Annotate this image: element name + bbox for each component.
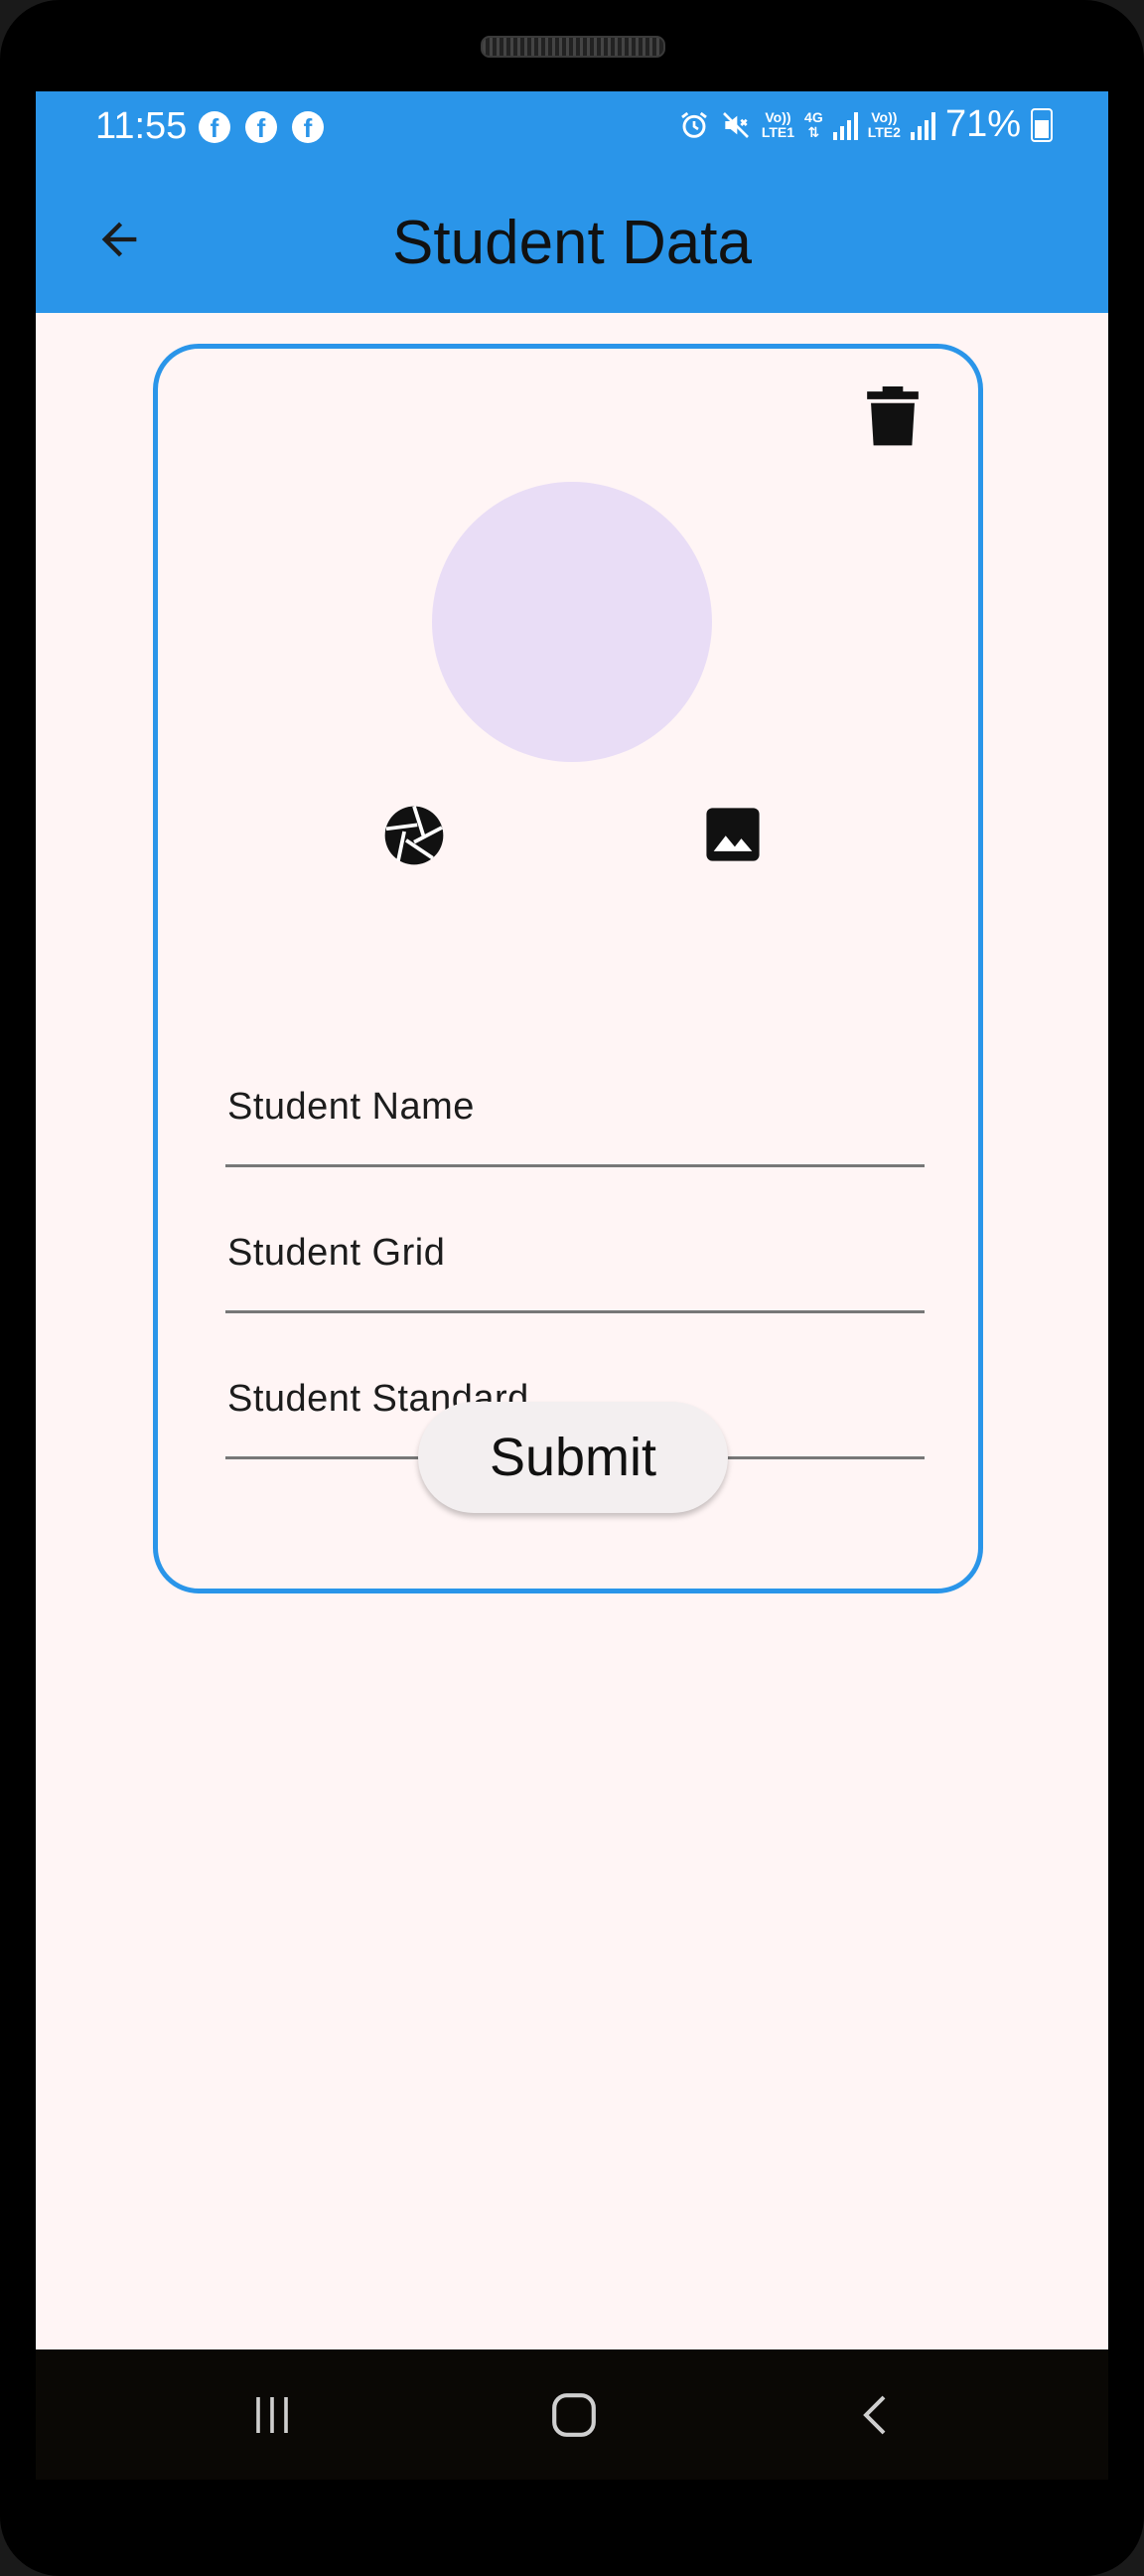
data-arrows-icon: ⇅ xyxy=(807,123,820,140)
facebook-icon: f xyxy=(292,111,324,143)
student-name-label: Student Name xyxy=(227,1086,475,1128)
signal-icon-1 xyxy=(832,110,858,140)
delete-button[interactable] xyxy=(867,386,919,448)
battery-percent: 71% xyxy=(944,103,1021,145)
back-icon xyxy=(863,2395,886,2435)
app-bar: Student Data xyxy=(36,166,1108,313)
page-title: Student Data xyxy=(392,209,752,277)
student-grid-label: Student Grid xyxy=(227,1232,446,1274)
phone-speaker xyxy=(481,36,665,58)
facebook-icon: f xyxy=(199,111,230,143)
network-type: 4G ⇅ xyxy=(804,108,823,140)
notification-icons: f f f xyxy=(199,111,324,143)
network-2: Vo)) LTE2 xyxy=(867,108,901,140)
alarm-icon xyxy=(680,111,707,138)
camera-button[interactable] xyxy=(382,804,446,867)
camera-shutter-icon xyxy=(384,806,444,865)
recent-apps-icon xyxy=(256,2397,288,2433)
status-indicators: Vo)) LTE1 4G ⇅ Vo)) LTE2 71% xyxy=(678,103,1053,146)
delete-icon xyxy=(867,386,919,446)
facebook-icon: f xyxy=(245,111,277,143)
phone-frame: 11:55 f f f Vo)) LTE1 4G ⇅ Vo)) LTE2 71%… xyxy=(0,0,1144,2576)
gallery-button[interactable] xyxy=(704,806,762,863)
student-name-field[interactable]: Student Name xyxy=(225,1058,925,1167)
student-grid-field[interactable]: Student Grid xyxy=(225,1204,925,1313)
avatar[interactable] xyxy=(432,482,712,762)
system-back-button[interactable] xyxy=(836,2383,916,2447)
network-2-top: Vo)) xyxy=(871,108,898,125)
back-button[interactable] xyxy=(87,208,151,271)
screen: 11:55 f f f Vo)) LTE1 4G ⇅ Vo)) LTE2 71%… xyxy=(36,91,1108,2480)
network-1-top: Vo)) xyxy=(765,108,791,125)
status-time: 11:55 xyxy=(95,105,188,147)
student-form-card: Student Name Student Grid Student Standa… xyxy=(153,344,983,1593)
signal-icon-2 xyxy=(910,110,935,140)
home-button[interactable] xyxy=(534,2383,614,2447)
system-nav-bar xyxy=(36,2349,1108,2480)
image-icon xyxy=(706,808,760,861)
network-type-label: 4G xyxy=(804,108,823,125)
status-bar: 11:55 f f f Vo)) LTE1 4G ⇅ Vo)) LTE2 71% xyxy=(36,91,1108,166)
network-1: Vo)) LTE1 xyxy=(761,108,795,140)
network-2-bottom: LTE2 xyxy=(867,123,901,140)
battery-icon xyxy=(1031,107,1053,142)
network-1-bottom: LTE1 xyxy=(761,123,795,140)
arrow-back-icon xyxy=(101,222,137,257)
recent-apps-button[interactable] xyxy=(232,2383,312,2447)
submit-button[interactable]: Submit xyxy=(418,1402,728,1513)
home-icon xyxy=(552,2393,596,2437)
mute-icon xyxy=(722,111,749,138)
